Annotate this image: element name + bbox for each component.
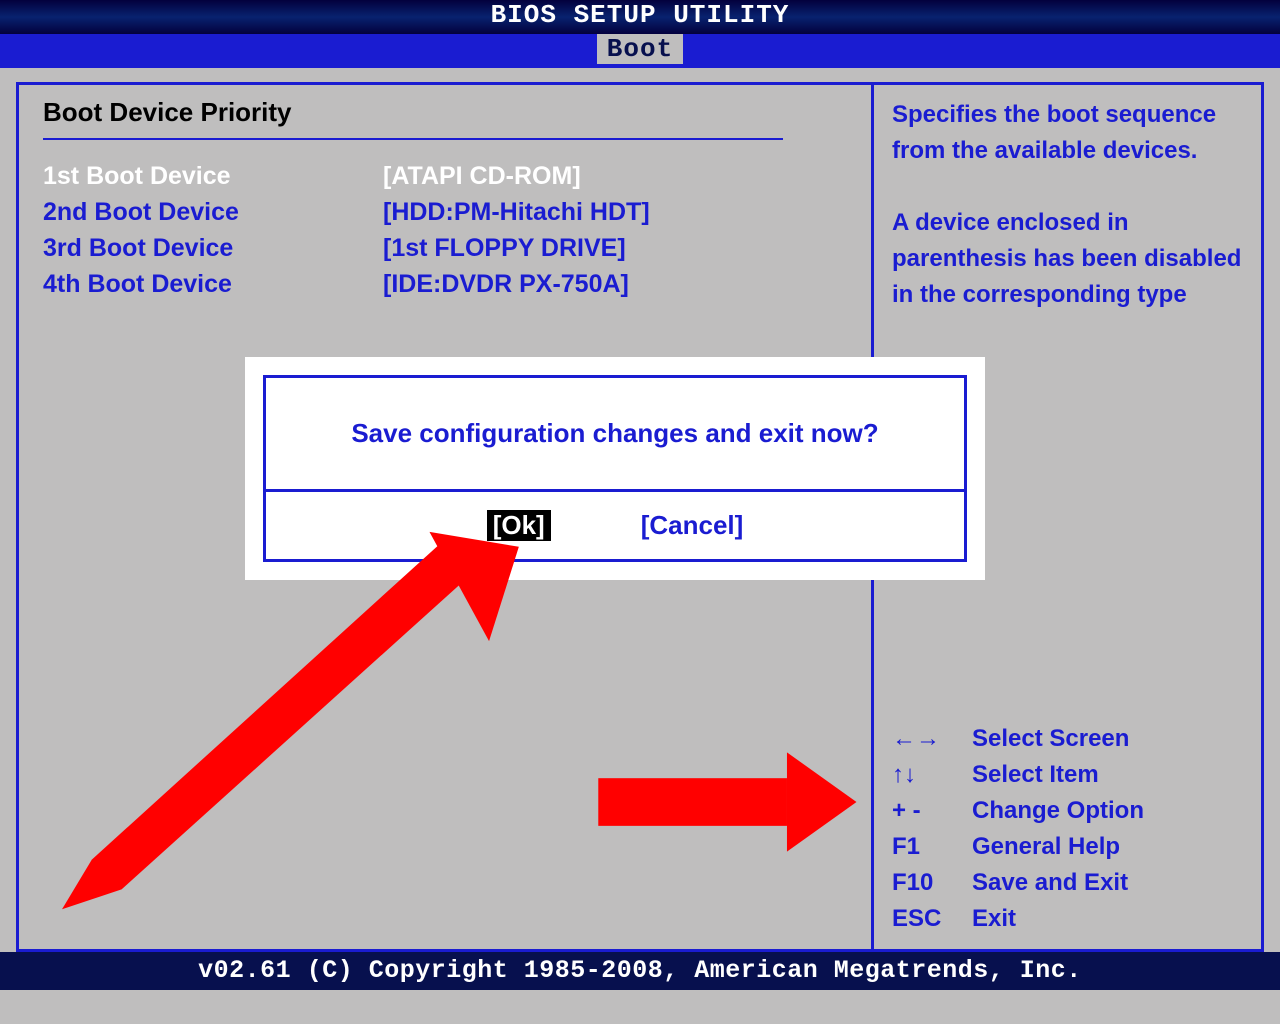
boot-device-label: 1st Boot Device [43, 158, 383, 194]
app-title-bar: BIOS SETUP UTILITY [0, 0, 1280, 34]
boot-device-row[interactable]: 2nd Boot Device [HDD:PM-Hitachi HDT] [43, 194, 847, 230]
key-desc: General Help [972, 829, 1120, 865]
boot-device-value: [HDD:PM-Hitachi HDT] [383, 194, 650, 230]
boot-device-row[interactable]: 4th Boot Device [IDE:DVDR PX-750A] [43, 266, 847, 302]
main-area: Boot Device Priority 1st Boot Device [AT… [0, 68, 1280, 952]
boot-device-list: 1st Boot Device [ATAPI CD-ROM] 2nd Boot … [43, 158, 847, 302]
boot-device-value: [IDE:DVDR PX-750A] [383, 266, 629, 302]
boot-device-label: 4th Boot Device [43, 266, 383, 302]
key-legend: ←→ Select Screen ↑↓ Select Item + - Chan… [892, 721, 1243, 937]
dialog-buttons: [Ok] [Cancel] [266, 492, 964, 559]
key-row: + - Change Option [892, 793, 1243, 829]
tab-boot[interactable]: Boot [597, 34, 683, 64]
app-title: BIOS SETUP UTILITY [491, 0, 790, 30]
boot-device-row[interactable]: 3rd Boot Device [1st FLOPPY DRIVE] [43, 230, 847, 266]
boot-device-row[interactable]: 1st Boot Device [ATAPI CD-ROM] [43, 158, 847, 194]
boot-device-label: 3rd Boot Device [43, 230, 383, 266]
key-name: F1 [892, 829, 972, 865]
key-row: ←→ Select Screen [892, 721, 1243, 757]
key-name: ↑↓ [892, 757, 972, 793]
ok-button[interactable]: [Ok] [487, 510, 551, 541]
boot-device-value: [1st FLOPPY DRIVE] [383, 230, 626, 266]
dialog-message: Save configuration changes and exit now? [266, 378, 964, 492]
key-desc: Select Screen [972, 721, 1129, 757]
content-panel: Boot Device Priority 1st Boot Device [AT… [16, 82, 1264, 952]
section-title: Boot Device Priority [43, 97, 783, 140]
tab-bar: Boot [0, 34, 1280, 68]
key-desc: Save and Exit [972, 865, 1128, 901]
key-desc: Change Option [972, 793, 1144, 829]
key-name: F10 [892, 865, 972, 901]
help-paragraph: A device enclosed in parenthesis has bee… [892, 205, 1243, 313]
key-name: ←→ [892, 721, 972, 757]
boot-device-label: 2nd Boot Device [43, 194, 383, 230]
dialog-box: Save configuration changes and exit now?… [263, 375, 967, 562]
key-name: ESC [892, 901, 972, 937]
key-desc: Exit [972, 901, 1016, 937]
key-row: ESC Exit [892, 901, 1243, 937]
help-text: Specifies the boot sequence from the ava… [892, 97, 1243, 313]
key-row: F10 Save and Exit [892, 865, 1243, 901]
key-desc: Select Item [972, 757, 1099, 793]
save-exit-dialog: Save configuration changes and exit now?… [245, 357, 985, 580]
key-row: ↑↓ Select Item [892, 757, 1243, 793]
cancel-button[interactable]: [Cancel] [641, 510, 744, 541]
footer-text: v02.61 (C) Copyright 1985-2008, American… [198, 956, 1082, 985]
footer-bar: v02.61 (C) Copyright 1985-2008, American… [0, 952, 1280, 990]
key-name: + - [892, 793, 972, 829]
boot-device-value: [ATAPI CD-ROM] [383, 158, 581, 194]
help-paragraph: Specifies the boot sequence from the ava… [892, 97, 1243, 169]
key-row: F1 General Help [892, 829, 1243, 865]
